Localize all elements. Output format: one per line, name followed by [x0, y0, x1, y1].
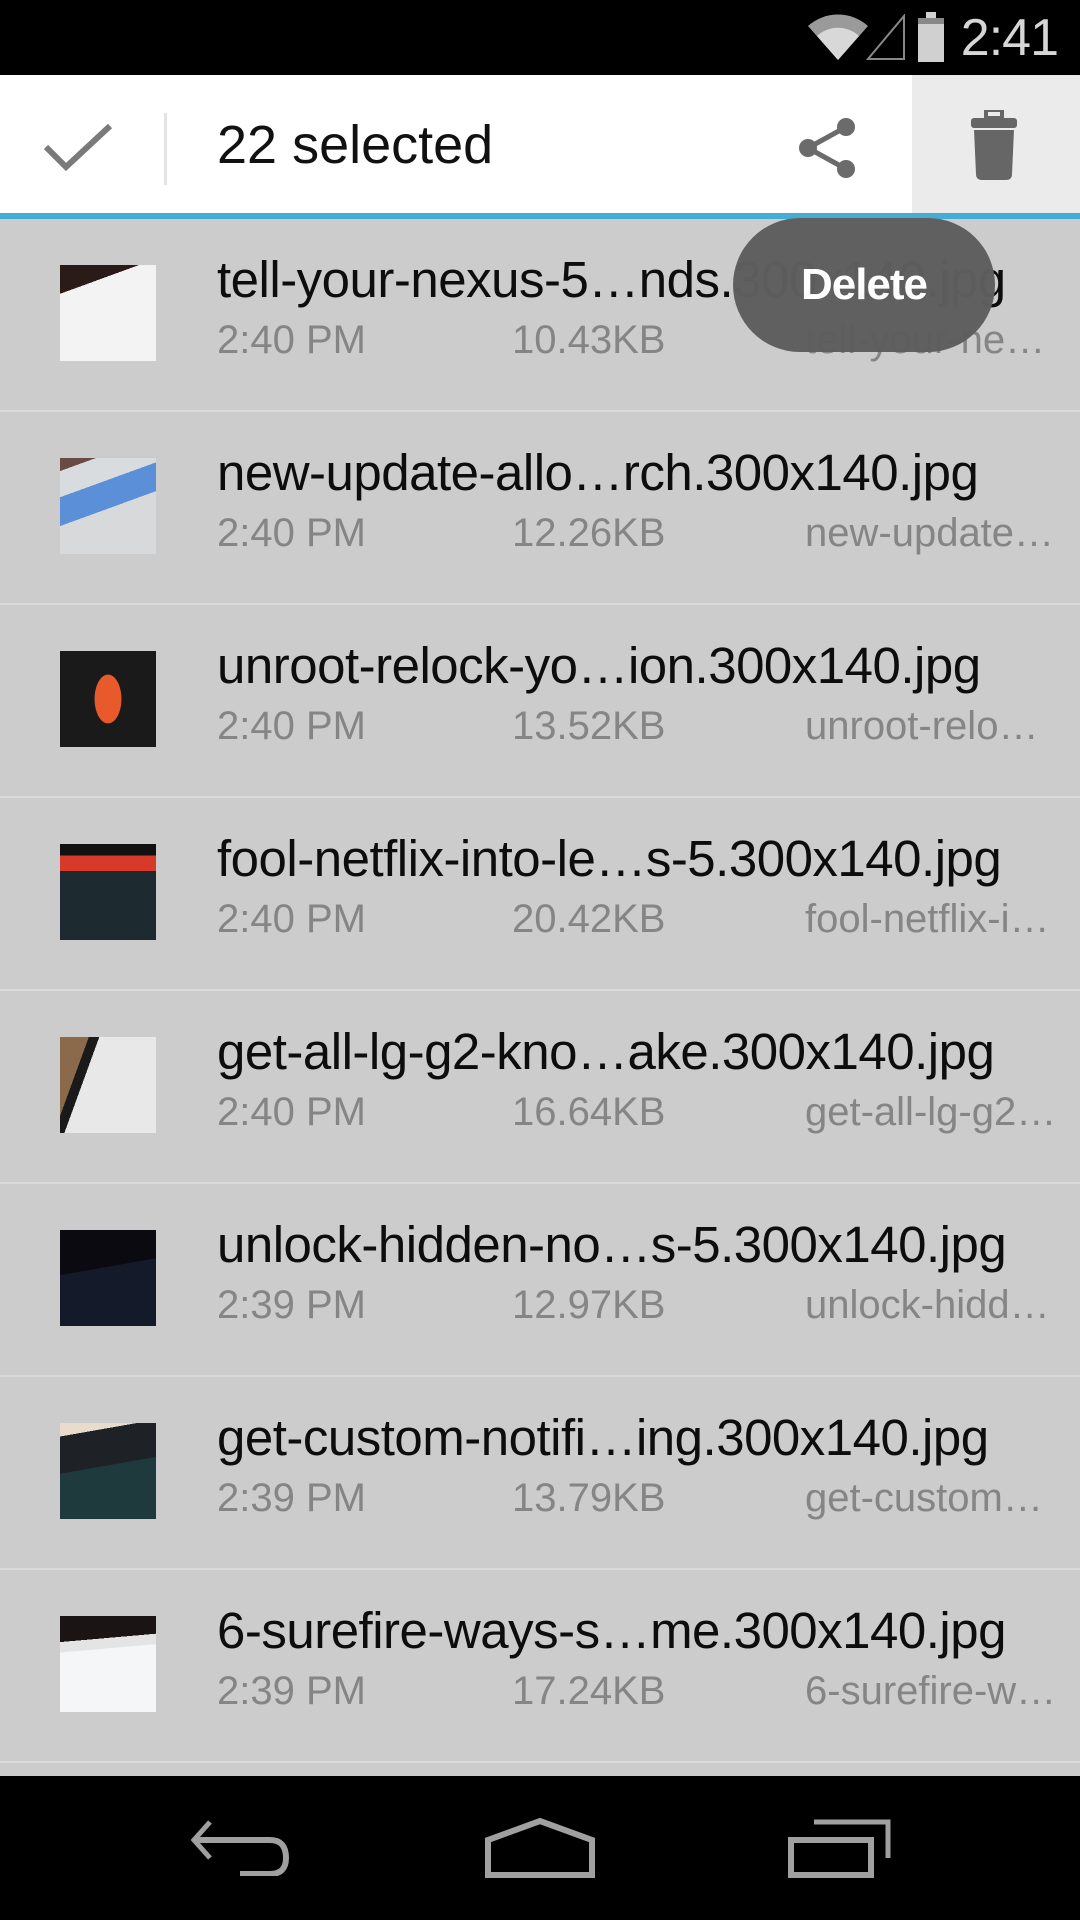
file-name: unlock-hidden-no…s-5.300x140.jpg: [217, 1216, 1007, 1273]
file-time: 2:40 PM: [217, 897, 366, 941]
delete-button[interactable]: [912, 75, 1080, 213]
status-bar: 2:41: [0, 0, 1080, 75]
file-size: 13.52KB: [512, 704, 666, 748]
file-size: 16.64KB: [512, 1090, 666, 1134]
list-item[interactable]: get-all-lg-g2-kno…ake.300x140.jpg 2:40 P…: [0, 991, 1080, 1184]
file-time: 2:40 PM: [217, 704, 366, 748]
file-size: 13.79KB: [512, 1476, 666, 1520]
trash-icon: [971, 110, 1017, 180]
action-bar-divider: [164, 113, 167, 185]
tooltip-label: Delete: [800, 260, 928, 309]
checkmark-icon: [44, 123, 113, 172]
home-icon: [485, 1818, 595, 1878]
file-size: 10.43KB: [512, 318, 666, 362]
list-item[interactable]: new-update-allo…rch.300x140.jpg 2:40 PM …: [0, 412, 1080, 605]
thumbnail-image: [60, 265, 156, 361]
clock: 2:41: [960, 9, 1059, 67]
done-button[interactable]: [0, 75, 166, 213]
delete-tooltip: Delete: [733, 218, 995, 352]
selection-count-title: 22 selected: [217, 115, 494, 175]
file-short-name: get-custom…: [805, 1476, 1043, 1520]
thumbnail-image: [60, 1037, 156, 1133]
home-button[interactable]: [440, 1776, 640, 1920]
navigation-bar: [0, 1776, 1080, 1920]
thumbnail-image: [60, 1423, 156, 1519]
file-list: tell-your-nexus-5…nds.300x140.jpg 2:40 P…: [0, 219, 1080, 1776]
list-item[interactable]: 6-surefire-ways-s…me.300x140.jpg 2:39 PM…: [0, 1570, 1080, 1763]
file-name: fool-netflix-into-le…s-5.300x140.jpg: [217, 830, 1002, 887]
recent-apps-icon: [788, 1819, 891, 1878]
share-button[interactable]: [775, 75, 912, 213]
file-short-name: unroot-relo…: [805, 704, 1039, 748]
thumbnail-image: [60, 844, 156, 940]
file-time: 2:39 PM: [217, 1283, 366, 1327]
file-time: 2:40 PM: [217, 318, 366, 362]
file-short-name: fool-netflix-i…: [805, 897, 1050, 941]
recent-apps-button[interactable]: [740, 1776, 940, 1920]
list-item[interactable]: unlock-hidden-no…s-5.300x140.jpg 2:39 PM…: [0, 1184, 1080, 1377]
file-size: 20.42KB: [512, 897, 666, 941]
file-size: 17.24KB: [512, 1669, 666, 1713]
back-icon: [190, 1820, 290, 1876]
thumbnail-image: [60, 458, 156, 554]
file-short-name: new-update…: [805, 511, 1055, 555]
list-item[interactable]: unroot-relock-yo…ion.300x140.jpg 2:40 PM…: [0, 605, 1080, 798]
file-time: 2:40 PM: [217, 511, 366, 555]
cell-signal-icon: [866, 14, 905, 60]
list-item[interactable]: get-custom-notifi…ing.300x140.jpg 2:39 P…: [0, 1377, 1080, 1570]
thumbnail-image: [60, 1616, 156, 1712]
file-time: 2:39 PM: [217, 1476, 366, 1520]
file-name: get-custom-notifi…ing.300x140.jpg: [217, 1409, 989, 1466]
file-short-name: get-all-lg-g2…: [805, 1090, 1057, 1134]
battery-icon: [918, 12, 944, 62]
file-name: new-update-allo…rch.300x140.jpg: [217, 444, 979, 501]
list-item[interactable]: fool-netflix-into-le…s-5.300x140.jpg 2:4…: [0, 798, 1080, 991]
file-size: 12.26KB: [512, 511, 666, 555]
wifi-icon: [808, 14, 868, 60]
back-button[interactable]: [140, 1776, 340, 1920]
contextual-action-bar: 22 selected: [0, 75, 1080, 213]
file-name: 6-surefire-ways-s…me.300x140.jpg: [217, 1602, 1007, 1659]
share-icon: [799, 118, 855, 178]
file-name: unroot-relock-yo…ion.300x140.jpg: [217, 637, 981, 694]
file-time: 2:40 PM: [217, 1090, 366, 1134]
thumbnail-image: [60, 651, 156, 747]
thumbnail-image: [60, 1230, 156, 1326]
file-name: get-all-lg-g2-kno…ake.300x140.jpg: [217, 1023, 995, 1080]
file-size: 12.97KB: [512, 1283, 666, 1327]
file-time: 2:39 PM: [217, 1669, 366, 1713]
file-short-name: unlock-hidd…: [805, 1283, 1050, 1327]
file-short-name: 6-surefire-w…: [805, 1669, 1057, 1713]
